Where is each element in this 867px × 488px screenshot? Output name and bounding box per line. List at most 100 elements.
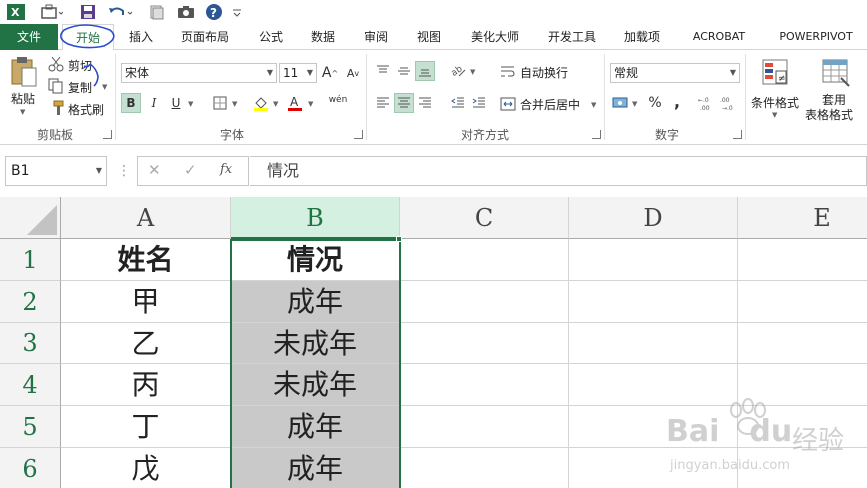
tab-view[interactable]: 视图 (406, 24, 452, 50)
confirm-icon[interactable]: ✓ (184, 161, 197, 179)
cell-a2[interactable]: 甲 (61, 281, 231, 323)
column-header-e[interactable]: E (738, 197, 867, 239)
bold-button[interactable]: B (121, 93, 141, 113)
decrease-decimal-icon[interactable]: .00 →.0 (719, 93, 739, 113)
cancel-icon[interactable]: ✕ (148, 161, 161, 179)
camera-icon[interactable] (175, 2, 197, 22)
phonetic-button[interactable]: wén (328, 90, 348, 110)
paste-button[interactable]: 粘贴 ▼ (8, 56, 40, 122)
cell-d2[interactable] (569, 281, 738, 323)
cell-b4[interactable]: 未成年 (231, 364, 400, 406)
tab-acrobat[interactable]: ACROBAT (680, 24, 758, 50)
grow-font-button[interactable]: A ^ (320, 63, 340, 83)
cell-b2[interactable]: 成年 (231, 281, 400, 323)
font-name-combo[interactable]: 宋体 ▼ (121, 63, 277, 83)
cell-d3[interactable] (569, 323, 738, 364)
cell-c4[interactable] (400, 364, 569, 406)
number-launcher-icon[interactable] (733, 130, 742, 139)
name-box-dropdown-icon[interactable]: ▼ (96, 157, 102, 185)
cell-c2[interactable] (400, 281, 569, 323)
cell-a3[interactable]: 乙 (61, 323, 231, 364)
row-header-6[interactable]: 6 (0, 448, 61, 488)
align-middle-icon[interactable] (394, 61, 414, 81)
font-size-combo[interactable]: 11 ▼ (279, 63, 317, 83)
orientation-icon[interactable]: ab (448, 61, 468, 81)
cell-e2[interactable] (738, 281, 867, 323)
italic-button[interactable]: I (144, 93, 164, 113)
tab-insert[interactable]: 插入 (118, 24, 164, 50)
tab-addins[interactable]: 加载项 (614, 24, 670, 50)
shrink-font-button[interactable]: Av (343, 63, 363, 83)
merge-center-button[interactable]: 合并后居中 ▼ (500, 94, 600, 114)
increase-indent-icon[interactable] (469, 93, 489, 113)
cell-b3[interactable]: 未成年 (231, 323, 400, 364)
column-header-b[interactable]: B (231, 197, 400, 239)
row-header-2[interactable]: 2 (0, 281, 61, 323)
row-header-4[interactable]: 4 (0, 364, 61, 406)
name-box-value: B1 (11, 163, 30, 179)
font-launcher-icon[interactable] (354, 130, 363, 139)
row-header-3[interactable]: 3 (0, 323, 61, 364)
cell-d1[interactable] (569, 239, 738, 281)
cell-c1[interactable] (400, 239, 569, 281)
column-header-c[interactable]: C (400, 197, 569, 239)
align-top-icon[interactable] (373, 61, 393, 81)
clipboard-launcher-icon[interactable] (103, 130, 112, 139)
format-painter-button[interactable]: 格式刷 (48, 100, 110, 118)
phonetic-label: wén (328, 95, 348, 105)
new-icon[interactable] (146, 2, 166, 22)
cell-b6[interactable]: 成年 (231, 448, 400, 488)
insert-function-icon[interactable]: fx (220, 162, 232, 177)
tab-beautify[interactable]: 美化大师 (461, 24, 529, 50)
fill-color-icon[interactable] (251, 93, 271, 113)
column-header-d[interactable]: D (569, 197, 738, 239)
row-header-5[interactable]: 5 (0, 406, 61, 448)
underline-button[interactable]: U (166, 93, 186, 113)
cell-e1[interactable] (738, 239, 867, 281)
cell-a6[interactable]: 戊 (61, 448, 231, 488)
customize-icon[interactable] (230, 2, 244, 22)
alignment-launcher-icon[interactable] (592, 130, 601, 139)
percent-label: % (648, 95, 662, 111)
cell-c6[interactable] (400, 448, 569, 488)
font-color-icon[interactable]: A (285, 93, 305, 113)
tab-page-layout[interactable]: 页面布局 (172, 24, 238, 50)
wrap-text-button[interactable]: 自动换行 (500, 62, 590, 82)
cell-b5[interactable]: 成年 (231, 406, 400, 448)
tab-powerpivot[interactable]: POWERPIVOT (768, 24, 864, 50)
column-header-a[interactable]: A (61, 197, 231, 239)
cell-a4[interactable]: 丙 (61, 364, 231, 406)
borders-icon[interactable] (210, 93, 230, 113)
cell-e3[interactable] (738, 323, 867, 364)
accounting-format-icon[interactable] (611, 93, 631, 113)
comma-button[interactable]: , (667, 91, 687, 111)
help-icon[interactable]: ? (204, 2, 224, 22)
number-format-combo[interactable]: 常规 ▼ (610, 63, 740, 83)
cell-c3[interactable] (400, 323, 569, 364)
tab-data[interactable]: 数据 (300, 24, 346, 50)
align-left-icon[interactable] (373, 93, 393, 113)
align-right-icon[interactable] (415, 93, 435, 113)
tab-formulas[interactable]: 公式 (248, 24, 294, 50)
increase-decimal-icon[interactable]: ←.0.00 (697, 93, 717, 113)
tab-review[interactable]: 审阅 (353, 24, 399, 50)
row-header-1[interactable]: 1 (0, 239, 61, 281)
cell-a1[interactable]: 姓名 (61, 239, 231, 281)
decrease-indent-icon[interactable] (448, 93, 468, 113)
align-bottom-icon[interactable] (415, 61, 435, 81)
format-as-table-button[interactable]: 套用 表格格式 (805, 56, 867, 126)
formula-input[interactable]: 情况 (250, 156, 867, 186)
tab-file[interactable]: 文件 (0, 24, 58, 50)
tab-developer[interactable]: 开发工具 (538, 24, 606, 50)
name-box[interactable]: B1 ▼ (5, 156, 107, 186)
cell-a5[interactable]: 丁 (61, 406, 231, 448)
select-all-button[interactable] (0, 197, 61, 239)
format-painter-label: 格式刷 (68, 103, 105, 117)
excel-logo-icon[interactable]: X (6, 2, 26, 22)
percent-button[interactable]: % (645, 93, 665, 113)
cell-c5[interactable] (400, 406, 569, 448)
cell-b1[interactable]: 情况 (231, 239, 400, 281)
conditional-formatting-button[interactable]: ≠ 条件格式 ▼ (750, 56, 802, 126)
fill-handle[interactable] (396, 236, 402, 242)
align-center-icon[interactable] (394, 93, 414, 113)
